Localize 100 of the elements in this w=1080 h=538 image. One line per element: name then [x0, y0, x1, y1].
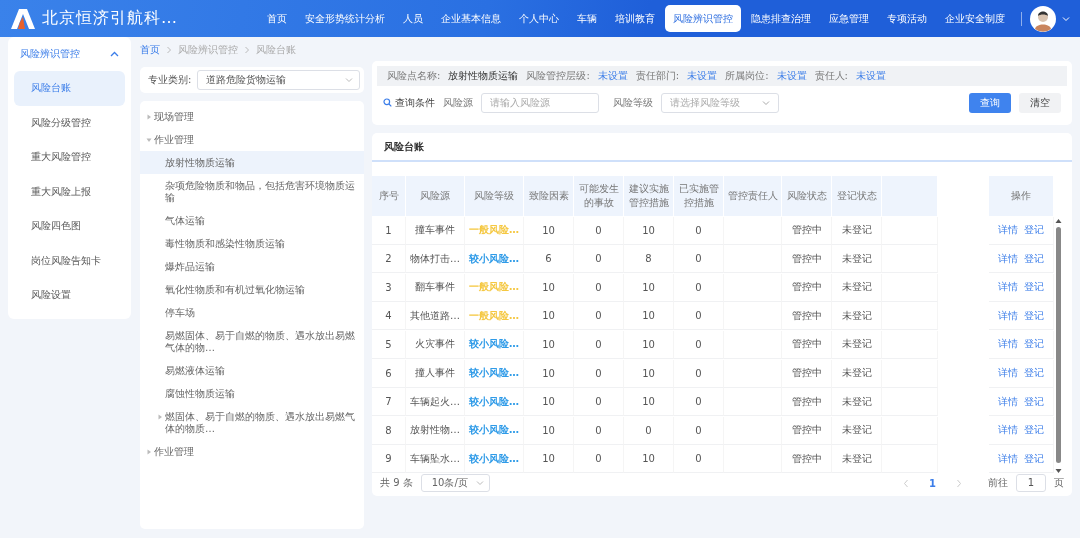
- table-cell: 10: [642, 338, 655, 350]
- nav-tab[interactable]: 专项活动: [879, 5, 935, 32]
- table-cell: 10: [642, 281, 655, 293]
- action-link[interactable]: 详情: [998, 423, 1018, 438]
- table-cell: 车辆坠水…: [410, 451, 460, 466]
- action-link[interactable]: 登记: [1024, 308, 1044, 323]
- action-link[interactable]: 登记: [1024, 337, 1044, 352]
- menu-group[interactable]: 风险辨识管控: [14, 41, 125, 67]
- table-cell: 未登记: [841, 308, 872, 323]
- tree-item[interactable]: 气体运输: [140, 209, 364, 232]
- field-label: 专业类别:: [148, 73, 192, 87]
- page-number[interactable]: 1: [929, 477, 936, 489]
- tree-item[interactable]: 腐蚀性物质运输: [140, 382, 364, 405]
- table-cell: 翻车事件: [415, 280, 455, 295]
- tree-item[interactable]: 放射性物质运输: [140, 151, 364, 174]
- nav-tab[interactable]: 首页: [259, 5, 295, 32]
- breadcrumb-item[interactable]: 首页: [140, 43, 160, 57]
- chevron-icon: [166, 46, 172, 54]
- tree-item[interactable]: 燃固体、易于自燃的物质、遇水放出易燃气体的物质…: [140, 405, 364, 440]
- action-link[interactable]: 登记: [1024, 366, 1044, 381]
- sidebar-item[interactable]: 岗位风险告知卡: [14, 243, 125, 278]
- nav-tab[interactable]: 企业安全制度: [937, 5, 1013, 32]
- nav-tab[interactable]: 隐患排查治理: [743, 5, 819, 32]
- page-size-select[interactable]: 10条/页: [420, 474, 490, 492]
- tree-item[interactable]: 作业管理: [140, 440, 364, 463]
- table-cell: 0: [595, 453, 602, 465]
- table-cell: 物体打击…: [410, 251, 460, 266]
- search-button[interactable]: 查询: [969, 92, 1011, 113]
- tree-item[interactable]: 易燃固体、易于自燃的物质、遇水放出易燃气体的物…: [140, 324, 364, 359]
- table-cell: 0: [645, 424, 652, 436]
- table-cell: 10: [542, 424, 555, 436]
- page-input[interactable]: 1: [1016, 474, 1046, 492]
- nav-tab[interactable]: 风险辨识管控: [665, 5, 741, 32]
- action-link[interactable]: 登记: [1024, 251, 1044, 266]
- sidebar-item[interactable]: 风险台账: [14, 71, 125, 106]
- action-link[interactable]: 登记: [1024, 451, 1044, 466]
- logo-icon: [10, 7, 36, 30]
- sidebar-item[interactable]: 风险设置: [14, 278, 125, 313]
- scrollbar[interactable]: [1054, 218, 1063, 474]
- action-link[interactable]: 登记: [1024, 394, 1044, 409]
- column-header: 已实施管控措施: [677, 182, 720, 210]
- sidebar-item[interactable]: 重大风险管控: [14, 140, 125, 175]
- table-cell: 5: [385, 338, 392, 350]
- column-header: 可能发生的事故: [577, 182, 620, 210]
- nav-tab[interactable]: 培训教育: [607, 5, 663, 32]
- nav-tab[interactable]: 车辆: [569, 5, 605, 32]
- table-cell: 3: [385, 281, 392, 293]
- table-cell: 10: [542, 224, 555, 236]
- action-link[interactable]: 详情: [998, 308, 1018, 323]
- action-link[interactable]: 详情: [998, 280, 1018, 295]
- action-link[interactable]: 详情: [998, 337, 1018, 352]
- category-select[interactable]: 道路危险货物运输: [197, 70, 360, 90]
- sidebar-item[interactable]: 重大风险上报: [14, 174, 125, 209]
- caret-icon: [1062, 14, 1070, 23]
- tree-item[interactable]: 毒性物质和感染性物质运输: [140, 232, 364, 255]
- tree-item[interactable]: 氧化性物质和有机过氧化物运输: [140, 278, 364, 301]
- column-header: 操作: [1011, 189, 1031, 203]
- sidebar-item[interactable]: 风险四色图: [14, 209, 125, 244]
- nav-tab[interactable]: 企业基本信息: [433, 5, 509, 32]
- risk-level: 较小风险…: [469, 394, 519, 409]
- clear-button[interactable]: 清空: [1019, 92, 1061, 113]
- table-cell: 未登记: [841, 423, 872, 438]
- nav-tab[interactable]: 应急管理: [821, 5, 877, 32]
- risk-level: 较小风险…: [469, 337, 519, 352]
- tree-item[interactable]: 停车场: [140, 301, 364, 324]
- tree-item[interactable]: 爆炸品运输: [140, 255, 364, 278]
- action-link[interactable]: 登记: [1024, 280, 1044, 295]
- table-cell: 0: [595, 338, 602, 350]
- field-label: 责任部门:: [635, 69, 680, 83]
- tree-item[interactable]: 易燃液体运输: [140, 359, 364, 382]
- action-link[interactable]: 详情: [998, 223, 1018, 238]
- table-cell: 10: [542, 338, 555, 350]
- action-link[interactable]: 详情: [998, 366, 1018, 381]
- action-link[interactable]: 详情: [998, 251, 1018, 266]
- table-cell: 10: [642, 367, 655, 379]
- risk-level: 较小风险…: [469, 251, 519, 266]
- risk-level: 一般风险…: [469, 223, 519, 238]
- nav-tab[interactable]: 安全形势统计分析: [297, 5, 393, 32]
- table-cell: 未登记: [841, 251, 872, 266]
- nav-tab[interactable]: 人员: [395, 5, 431, 32]
- tree-item[interactable]: 杂项危险物质和物品，包括危害环境物质运输: [140, 174, 364, 209]
- nav-tab[interactable]: 个人中心: [511, 5, 567, 32]
- action-link[interactable]: 登记: [1024, 423, 1044, 438]
- column-header: 序号: [378, 189, 399, 203]
- action-link[interactable]: 登记: [1024, 223, 1044, 238]
- sidebar-item[interactable]: 风险分级管控: [14, 105, 125, 140]
- table-cell: 未登记: [841, 280, 872, 295]
- avatar-icon[interactable]: [1030, 5, 1056, 32]
- total-count: 共 9 条: [380, 476, 413, 490]
- tree-item[interactable]: 现场管理: [140, 105, 364, 128]
- page-unit: 页: [1054, 476, 1064, 490]
- table-cell: 0: [695, 367, 702, 379]
- tree-item[interactable]: 作业管理: [140, 128, 364, 151]
- risk-level: 较小风险…: [469, 366, 519, 381]
- table-cell: 0: [695, 424, 702, 436]
- action-link[interactable]: 详情: [998, 394, 1018, 409]
- column-header: 风险状态: [786, 189, 827, 203]
- action-link[interactable]: 详情: [998, 451, 1018, 466]
- field-value: 未设置: [855, 69, 886, 83]
- table-cell: 0: [595, 224, 602, 236]
